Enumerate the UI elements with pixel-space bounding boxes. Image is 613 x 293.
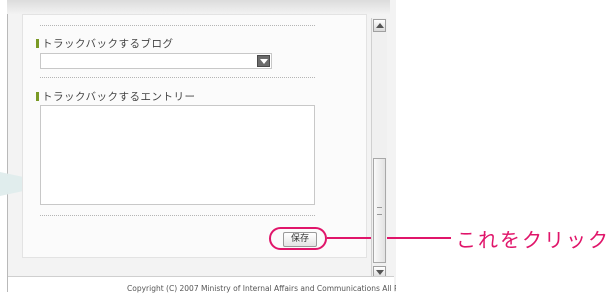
divider — [40, 77, 315, 78]
save-button-highlight — [269, 227, 327, 250]
scrollbar-grip-icon — [377, 207, 382, 215]
scrollbar-thumb[interactable] — [373, 158, 386, 263]
trackback-blog-label: トラックバックするブログ — [36, 36, 173, 51]
trackback-entry-label-text: トラックバックするエントリー — [42, 91, 196, 103]
window-top-edge — [7, 0, 390, 14]
label-marker — [36, 39, 39, 48]
divider — [40, 215, 315, 216]
divider — [40, 25, 315, 26]
trackback-blog-select[interactable] — [40, 53, 272, 69]
label-marker — [36, 92, 39, 101]
annotation-text: これをクリック — [456, 228, 610, 252]
trackback-entry-textarea[interactable] — [40, 105, 315, 205]
trackback-blog-label-text: トラックバックするブログ — [42, 38, 174, 50]
trackback-entry-label: トラックバックするエントリー — [36, 89, 195, 104]
annotation-connector-line — [327, 237, 451, 239]
vertical-scrollbar[interactable] — [371, 18, 387, 280]
scroll-up-icon[interactable] — [373, 19, 386, 32]
chevron-down-icon[interactable] — [257, 55, 270, 67]
